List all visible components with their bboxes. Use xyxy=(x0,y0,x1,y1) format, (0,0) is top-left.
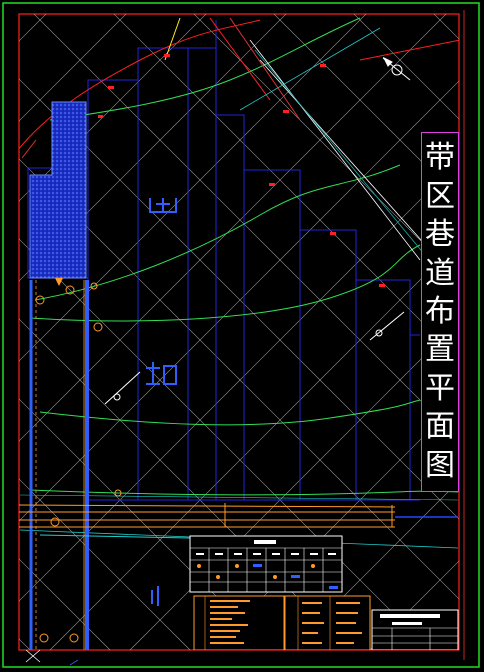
title-char: 图 xyxy=(425,447,455,483)
title-char: 区 xyxy=(425,178,455,214)
title-char: 平 xyxy=(425,370,455,406)
title-char: 布 xyxy=(425,293,455,329)
title-char: 巷 xyxy=(425,217,455,253)
compass-north-arrow-icon xyxy=(382,56,411,81)
legend-table xyxy=(189,535,343,593)
borehole-markers xyxy=(35,282,122,643)
schedule-table xyxy=(193,595,371,650)
red-markers xyxy=(98,54,385,287)
title-char: 置 xyxy=(425,332,455,368)
title-block xyxy=(371,609,459,650)
title-char: 带 xyxy=(425,140,455,176)
main-roadways xyxy=(29,280,89,650)
title-char: 道 xyxy=(425,255,455,291)
horizontal-roadway xyxy=(19,503,396,539)
drawing-canvas xyxy=(2,2,480,668)
title-char: 面 xyxy=(425,409,455,445)
corner-marks xyxy=(25,649,79,666)
drawing-title: 带 区 巷 道 布 置 平 面 图 xyxy=(421,132,459,492)
